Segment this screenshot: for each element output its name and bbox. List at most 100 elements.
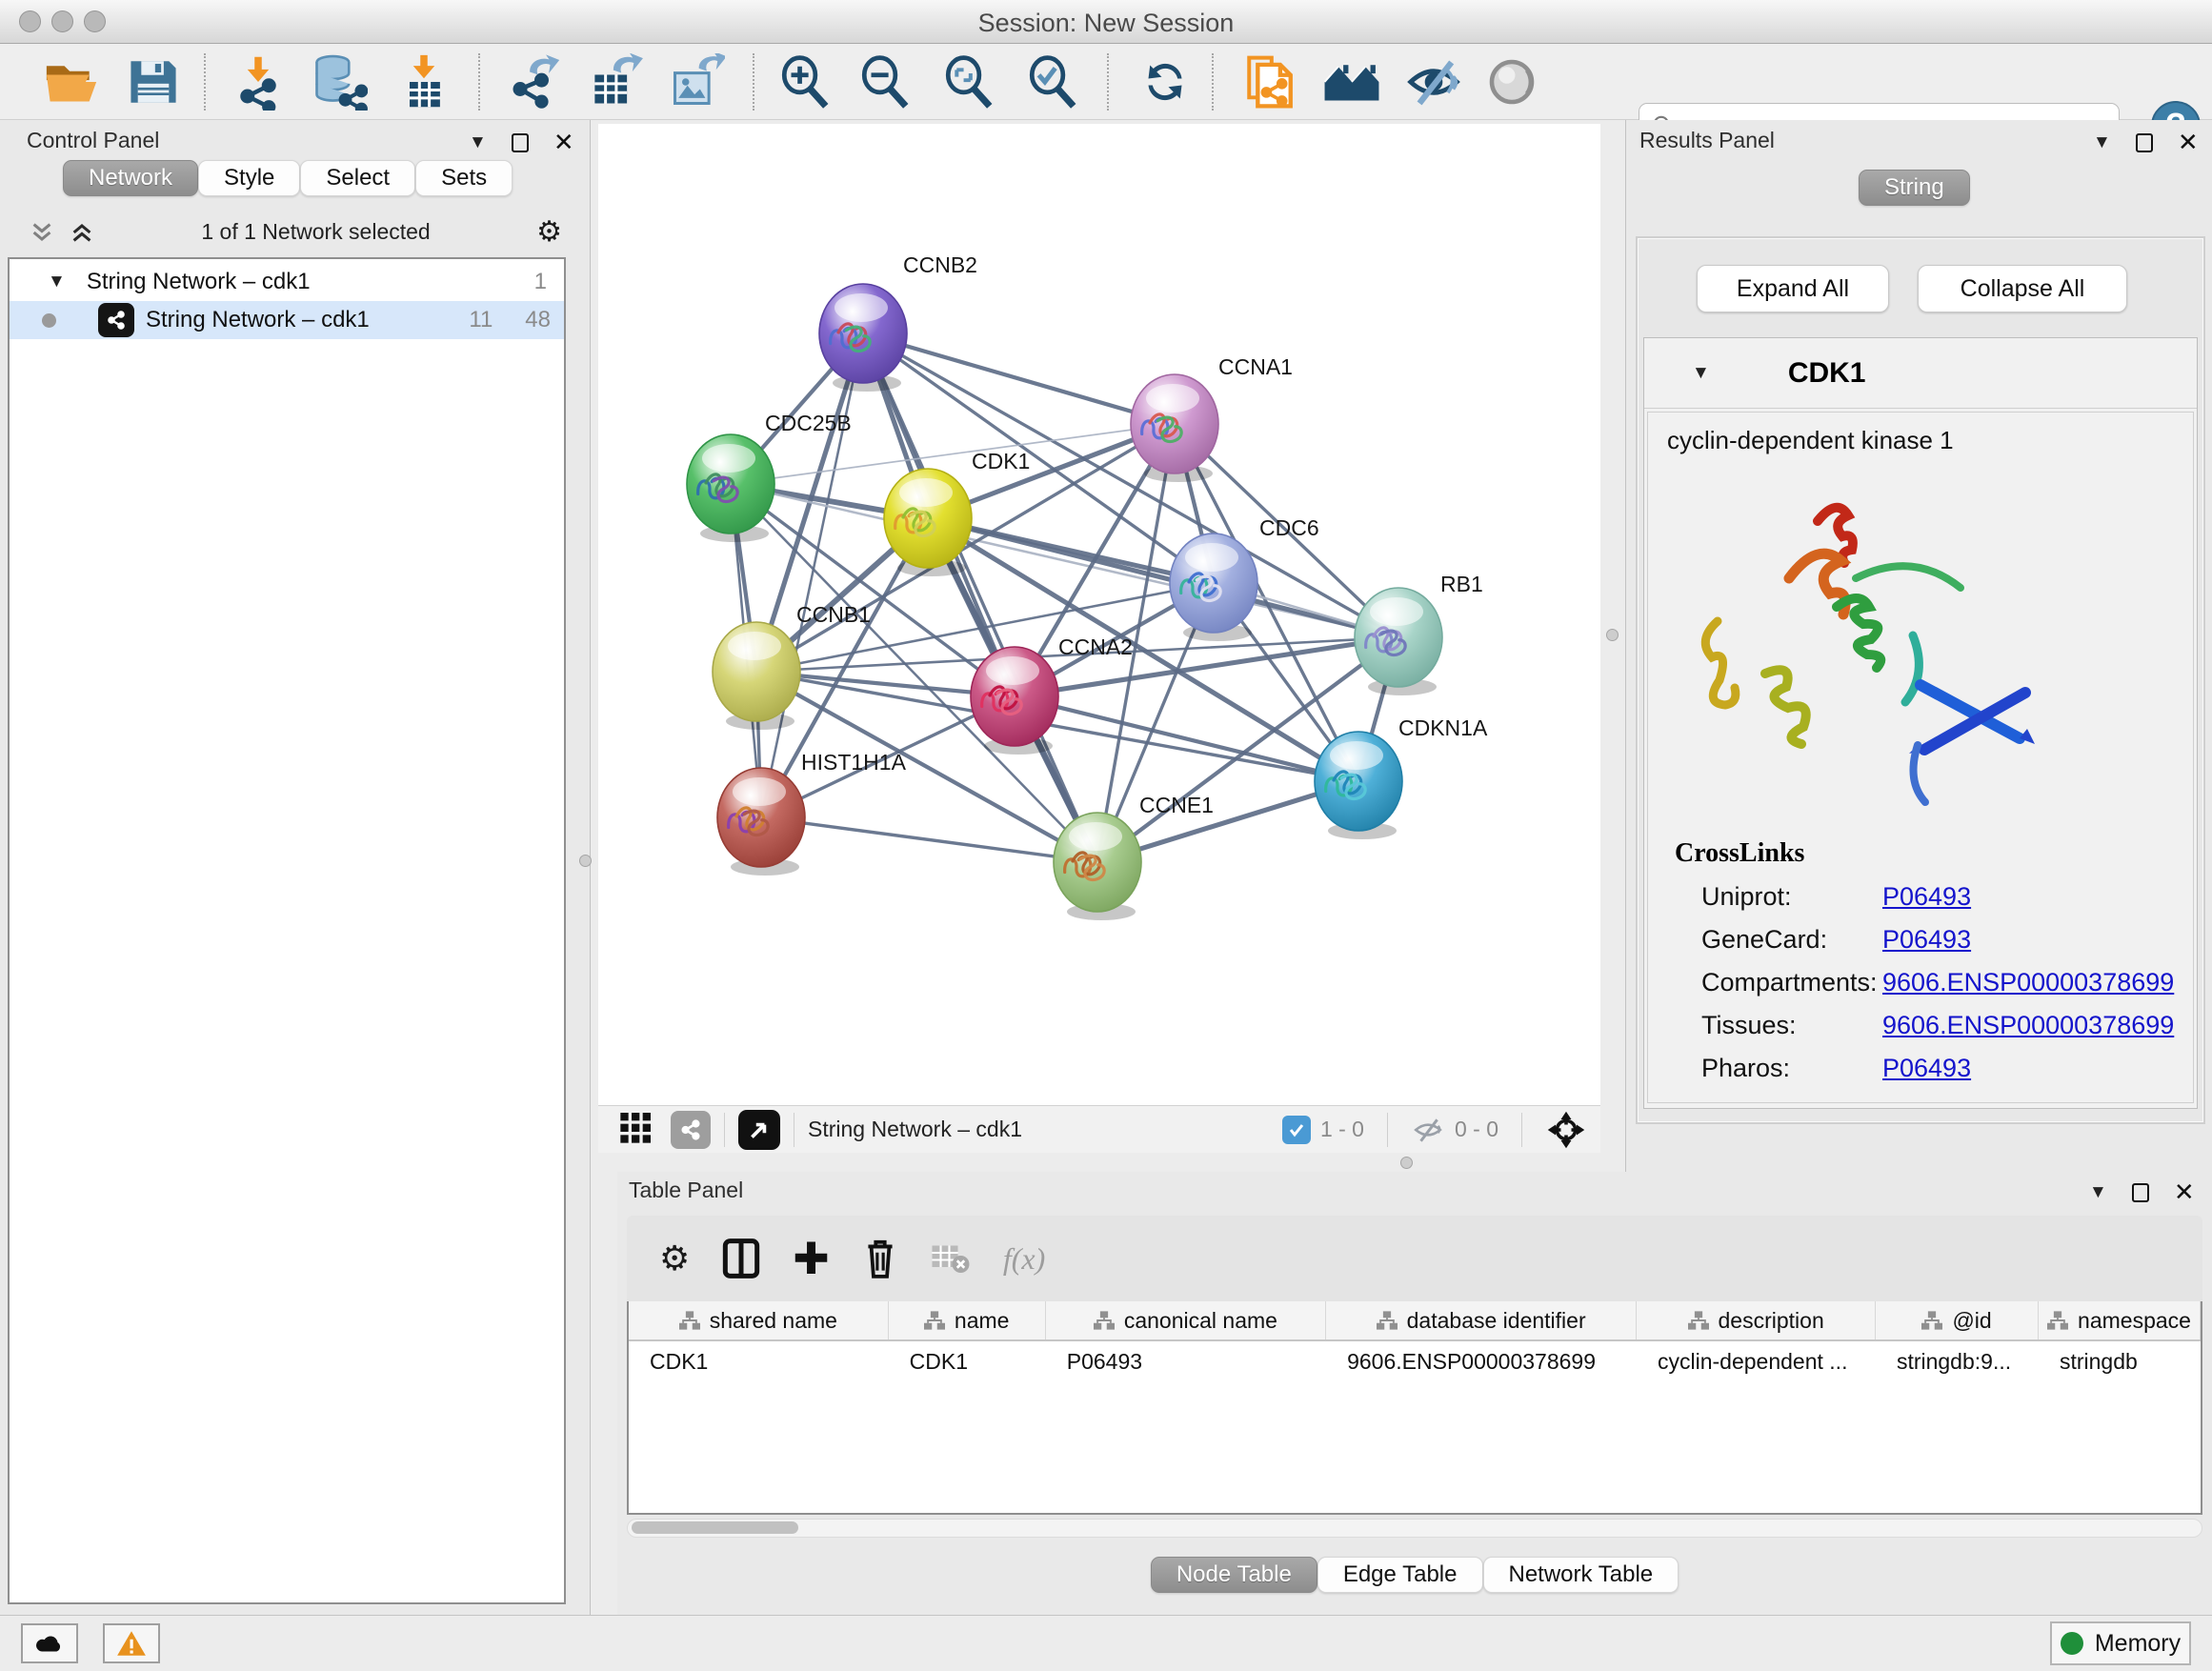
entry-collapse-icon[interactable]: ▼ bbox=[1692, 363, 1710, 384]
expand-all-button[interactable]: Expand All bbox=[1697, 265, 1889, 312]
scrollbar-thumb[interactable] bbox=[632, 1521, 798, 1534]
crosslink-link[interactable]: 9606.ENSP00000378699 bbox=[1882, 968, 2174, 997]
pan-crosshair-icon[interactable] bbox=[1545, 1109, 1587, 1151]
right-splitter-handle[interactable] bbox=[1606, 629, 1619, 641]
column-header-shared-name[interactable]: shared name bbox=[629, 1301, 889, 1339]
crosslink-link[interactable]: P06493 bbox=[1882, 1054, 1971, 1083]
float-panel-icon[interactable]: ▼ bbox=[469, 132, 487, 153]
export-table-button[interactable] bbox=[583, 51, 646, 112]
zoom-in-button[interactable] bbox=[774, 51, 836, 112]
grid-view-icon[interactable] bbox=[617, 1108, 655, 1152]
neighbors-button[interactable] bbox=[1320, 51, 1383, 112]
show-eye-button[interactable] bbox=[1480, 51, 1543, 112]
column-header-canonical-name[interactable]: canonical name bbox=[1046, 1301, 1326, 1339]
hide-selected-button[interactable] bbox=[1402, 51, 1465, 112]
network-node-CDKN1A[interactable] bbox=[1315, 732, 1402, 839]
selected-checkbox[interactable] bbox=[1282, 1116, 1311, 1144]
function-builder-icon: f(x) bbox=[1003, 1241, 1045, 1277]
network-node-HIST1H1A[interactable] bbox=[717, 768, 805, 876]
column-header-description[interactable]: description bbox=[1637, 1301, 1876, 1339]
left-splitter-handle[interactable] bbox=[579, 855, 592, 867]
network-share-icon[interactable] bbox=[671, 1111, 711, 1149]
column-header-namespace[interactable]: namespace bbox=[2039, 1301, 2201, 1339]
maximize-panel-icon[interactable] bbox=[512, 133, 529, 152]
refresh-view-button[interactable] bbox=[1134, 51, 1196, 112]
network-node-RB1[interactable] bbox=[1355, 588, 1442, 695]
tab-edge-table[interactable]: Edge Table bbox=[1317, 1557, 1483, 1593]
float-panel-icon[interactable]: ▼ bbox=[2089, 1182, 2107, 1203]
import-table-button[interactable] bbox=[392, 51, 455, 112]
network-label: String Network – cdk1 bbox=[146, 307, 370, 333]
table-cell[interactable]: 9606.ENSP00000378699 bbox=[1326, 1341, 1637, 1375]
zoom-selected-icon bbox=[1025, 54, 1080, 110]
warning-button[interactable] bbox=[103, 1623, 160, 1663]
import-network-file-button[interactable] bbox=[227, 51, 290, 112]
crosslink-link[interactable]: P06493 bbox=[1882, 882, 1971, 912]
save-session-button[interactable] bbox=[122, 51, 185, 112]
column-header-name[interactable]: name bbox=[889, 1301, 1046, 1339]
memory-button[interactable]: Memory bbox=[2050, 1621, 2191, 1665]
close-panel-icon[interactable]: ✕ bbox=[2178, 128, 2199, 157]
table-cell[interactable]: cyclin-dependent ... bbox=[1637, 1341, 1876, 1375]
column-header-id[interactable]: @id bbox=[1876, 1301, 2039, 1339]
maximize-panel-icon[interactable] bbox=[2132, 1183, 2149, 1202]
column-header-database-identifier[interactable]: database identifier bbox=[1326, 1301, 1637, 1339]
titlebar: Session: New Session bbox=[0, 0, 2212, 44]
zoom-out-button[interactable] bbox=[854, 51, 916, 112]
export-network-button[interactable] bbox=[503, 51, 566, 112]
maximize-panel-icon[interactable] bbox=[2136, 133, 2153, 152]
network-node-CCNB1[interactable] bbox=[713, 622, 800, 730]
network-options-gear-icon[interactable]: ⚙ bbox=[536, 215, 562, 249]
table-header-row: shared namenamecanonical namedatabase id… bbox=[629, 1301, 2201, 1341]
collapse-all-icon[interactable] bbox=[29, 219, 55, 246]
network-node-CCNA2[interactable] bbox=[971, 647, 1058, 755]
network-row-selected[interactable]: String Network – cdk1 11 48 bbox=[10, 301, 564, 339]
float-panel-icon[interactable]: ▼ bbox=[2093, 132, 2111, 153]
fit-content-button[interactable] bbox=[937, 51, 1000, 112]
collapse-all-button[interactable]: Collapse All bbox=[1918, 265, 2127, 312]
collection-expand-icon[interactable]: ▼ bbox=[48, 272, 66, 292]
tab-node-table[interactable]: Node Table bbox=[1151, 1557, 1317, 1593]
close-panel-icon[interactable]: ✕ bbox=[553, 128, 574, 157]
network-node-CCNA1[interactable] bbox=[1131, 374, 1218, 482]
open-session-button[interactable] bbox=[40, 51, 103, 112]
show-columns-icon[interactable] bbox=[722, 1238, 760, 1279]
table-cell[interactable]: stringdb bbox=[2039, 1341, 2201, 1375]
tab-sets[interactable]: Sets bbox=[415, 160, 513, 196]
table-row[interactable]: CDK1CDK1P064939606.ENSP00000378699cyclin… bbox=[629, 1341, 2201, 1375]
network-collection-row[interactable]: ▼ String Network – cdk1 1 bbox=[10, 263, 564, 301]
network-node-CDC25B[interactable] bbox=[687, 434, 774, 542]
table-cell[interactable]: CDK1 bbox=[629, 1341, 889, 1375]
table-options-gear-icon[interactable]: ⚙ bbox=[659, 1238, 690, 1278]
table-cell[interactable]: CDK1 bbox=[889, 1341, 1046, 1375]
tab-string[interactable]: String bbox=[1859, 170, 1970, 206]
tab-style[interactable]: Style bbox=[198, 160, 300, 196]
tab-select[interactable]: Select bbox=[300, 160, 415, 196]
add-column-icon[interactable]: ✚ bbox=[793, 1239, 830, 1278]
netbar-separator bbox=[1387, 1113, 1388, 1147]
crosslink-link[interactable]: 9606.ENSP00000378699 bbox=[1882, 1011, 2174, 1040]
export-network-icon bbox=[506, 53, 563, 111]
network-node-CCNB2[interactable] bbox=[819, 284, 907, 392]
duplicate-network-button[interactable] bbox=[1238, 51, 1301, 112]
birds-eye-view-icon[interactable] bbox=[738, 1110, 780, 1150]
cloud-button[interactable] bbox=[21, 1623, 78, 1663]
tab-network-table[interactable]: Network Table bbox=[1483, 1557, 1679, 1593]
network-canvas[interactable]: CCNB2CCNA1CDC25BCDK1CDC6RB1CCNB1CCNA2CDK… bbox=[598, 124, 1600, 1105]
import-network-database-button[interactable] bbox=[307, 51, 370, 112]
zoom-selected-button[interactable] bbox=[1021, 51, 1084, 112]
results-panel: Results Panel ▼ ✕ String Expand All Coll… bbox=[1625, 120, 2212, 1172]
tab-network[interactable]: Network bbox=[63, 160, 198, 196]
expand-all-icon[interactable] bbox=[69, 219, 95, 246]
table-cell[interactable]: stringdb:9... bbox=[1876, 1341, 2039, 1375]
network-node-CCNE1[interactable] bbox=[1054, 813, 1141, 920]
table-horizontal-scrollbar[interactable] bbox=[627, 1519, 2202, 1538]
crosslink-link[interactable]: P06493 bbox=[1882, 925, 1971, 955]
eye-slash-icon bbox=[1405, 55, 1462, 109]
entry-description: cyclin-dependent kinase 1 bbox=[1667, 426, 2193, 455]
delete-column-icon[interactable] bbox=[862, 1238, 898, 1279]
close-panel-icon[interactable]: ✕ bbox=[2174, 1178, 2195, 1207]
export-image-button[interactable] bbox=[665, 51, 728, 112]
bottom-splitter-handle[interactable] bbox=[1400, 1157, 1413, 1169]
table-cell[interactable]: P06493 bbox=[1046, 1341, 1326, 1375]
